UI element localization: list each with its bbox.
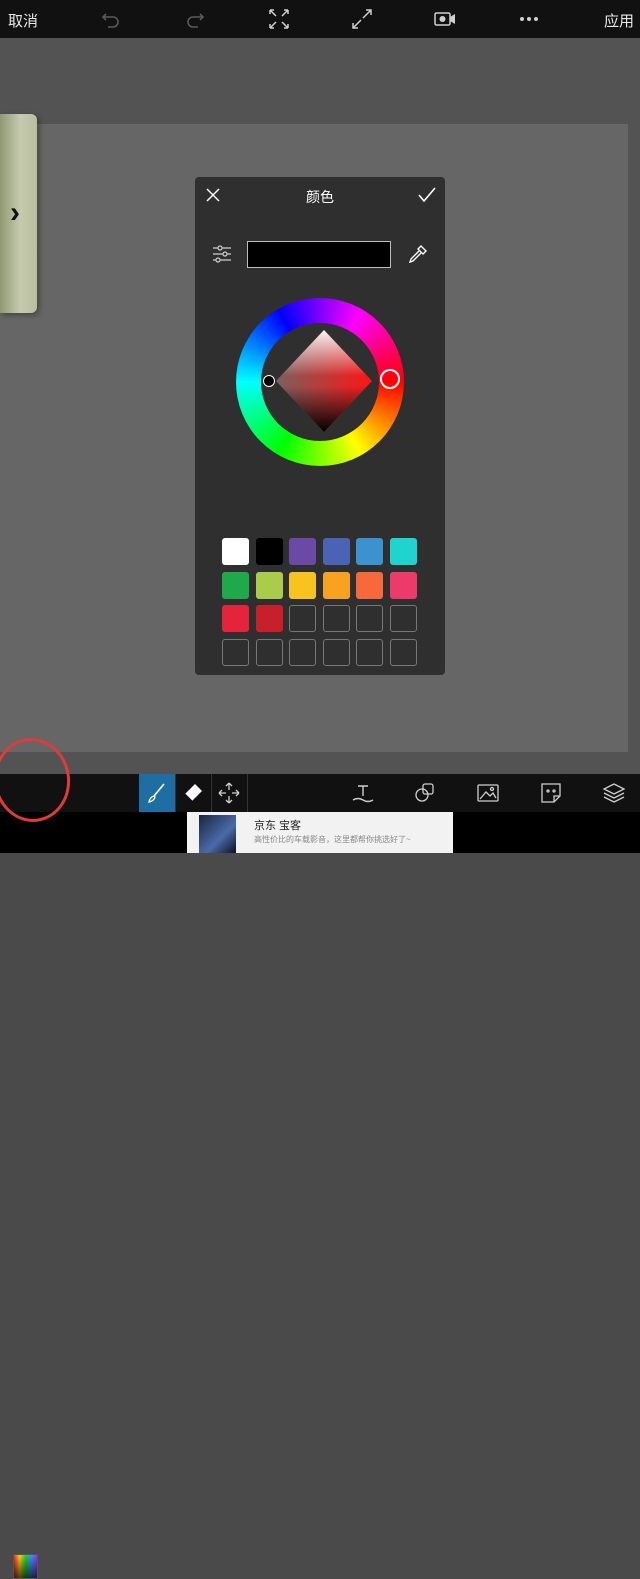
color-value-field[interactable] [247,241,391,268]
empty-swatch[interactable] [389,638,417,666]
empty-swatch[interactable] [389,605,417,632]
color-swatch[interactable] [222,605,249,632]
empty-swatch[interactable] [289,605,316,632]
record-video-icon[interactable] [434,8,456,30]
confirm-check-icon[interactable] [417,186,437,204]
redo-icon[interactable] [184,8,206,30]
empty-swatch[interactable] [356,605,383,632]
fullscreen-icon[interactable] [351,8,373,30]
ad-subtitle: 高性价比的车载影音，这里都帮你挑选好了~ [254,835,411,844]
undo-icon[interactable] [100,8,122,30]
color-swatch[interactable] [356,571,383,599]
text-icon[interactable] [350,780,376,806]
divider [247,774,248,812]
shapes-icon[interactable] [412,780,438,806]
more-icon[interactable] [518,8,540,30]
apply-button[interactable]: 应用 [604,10,634,31]
color-swatch[interactable] [389,538,417,565]
eraser-icon[interactable] [180,780,206,806]
layers-icon[interactable] [601,780,627,806]
move-icon[interactable] [216,780,242,806]
color-swatch[interactable] [222,571,249,599]
brush-icon[interactable] [144,780,170,806]
color-swatch[interactable] [289,538,316,565]
ad-banner-strip: 京东 宝客 高性价比的车载影音，这里都帮你挑选好了~ [0,812,640,853]
cancel-button[interactable]: 取消 [8,10,38,31]
color-swatch[interactable] [255,571,283,599]
color-swatch[interactable] [356,538,383,565]
color-swatch[interactable] [289,571,316,599]
eyedropper-icon[interactable] [407,243,429,265]
divider [175,774,176,812]
bottom-toolbar [0,774,640,1579]
color-swatch[interactable] [222,538,249,565]
divider [211,774,212,812]
color-swatch[interactable] [322,538,350,565]
color-dialog: 颜色 [195,177,445,675]
color-handle[interactable] [263,375,275,387]
ad-title: 京东 宝客 [254,820,302,832]
empty-swatch[interactable] [356,638,383,666]
empty-swatch[interactable] [255,638,283,666]
sliders-icon[interactable] [212,245,232,263]
color-swatch[interactable] [322,571,350,599]
ad-thumbnail [199,815,236,853]
hue-handle[interactable] [380,369,400,389]
sticker-icon[interactable] [538,780,564,806]
saturation-brightness-square[interactable] [276,330,372,432]
dialog-title: 颜色 [306,189,334,205]
empty-swatch[interactable] [322,638,350,666]
color-swatch[interactable] [255,538,283,565]
empty-swatch[interactable] [322,605,350,632]
color-swatch[interactable] [389,571,417,599]
side-panel-tab[interactable]: › [0,114,37,313]
current-color-chip[interactable] [13,1554,38,1579]
fit-screen-icon[interactable] [268,8,290,30]
chevron-right-icon: › [10,196,20,229]
empty-swatch[interactable] [289,638,316,666]
image-icon[interactable] [475,780,501,806]
empty-swatch[interactable] [222,638,249,666]
ad-banner[interactable]: 京东 宝客 高性价比的车载影音，这里都帮你挑选好了~ [187,812,453,853]
top-toolbar: 取消 应用 [0,0,640,38]
color-swatch[interactable] [255,605,283,632]
